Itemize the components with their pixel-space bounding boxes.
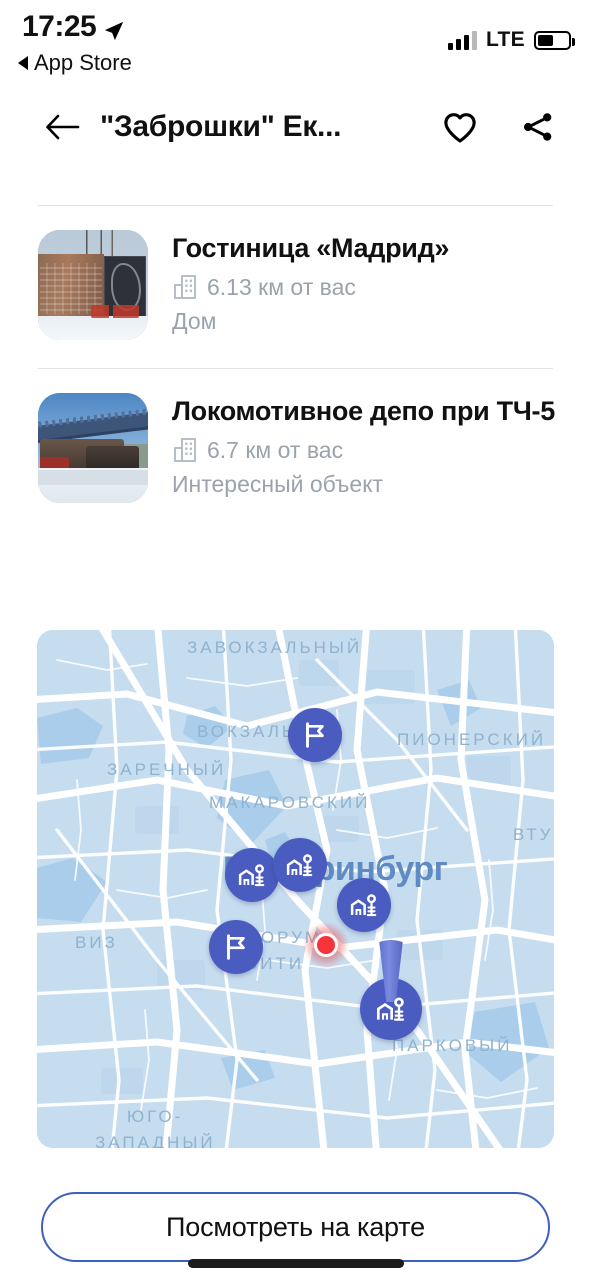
status-bar: 17:25 App Store LTE <box>0 0 591 88</box>
return-app-label: App Store <box>34 50 132 75</box>
map-pin-abandoned-selected[interactable] <box>360 940 422 1040</box>
map-pin-flag-1[interactable] <box>288 708 342 762</box>
list-item[interactable]: Локомотивное депо при ТЧ-5 6.7 км от вас… <box>0 369 591 531</box>
abandoned-building-icon <box>350 894 377 917</box>
map-pin-abandoned-2[interactable] <box>273 838 327 892</box>
cellular-signal-icon <box>447 30 477 50</box>
map-pin-flag-2[interactable] <box>209 920 263 974</box>
map-pin-abandoned-1[interactable] <box>225 848 279 902</box>
abandoned-building-icon <box>238 864 265 887</box>
view-on-map-label: Посмотреть на карте <box>166 1211 425 1242</box>
list-item-distance-group: 6.7 км от вас <box>172 436 553 464</box>
abandoned-building-icon <box>377 997 405 1021</box>
map-pin-abandoned-3[interactable] <box>337 878 391 932</box>
list-item-category: Интересный объект <box>172 471 384 497</box>
locomotive-depot-photo <box>38 393 148 503</box>
back-button[interactable] <box>38 103 86 151</box>
location-arrow-icon <box>103 16 125 41</box>
triangle-left-icon <box>18 56 28 70</box>
building-icon <box>174 275 196 299</box>
object-list: Гостиница «Мадрид» 6.13 км от вас Дом Ло… <box>0 205 591 531</box>
network-type-label: LTE <box>485 28 525 51</box>
abandoned-building-icon <box>286 854 313 877</box>
list-item-distance: 6.7 км от вас <box>207 436 344 463</box>
list-item-distance: 6.13 км от вас <box>207 273 356 300</box>
list-item-category: Дом <box>172 308 217 334</box>
list-item-title: Гостиница «Мадрид» <box>172 233 450 263</box>
list-item-title: Локомотивное депо при ТЧ-5 <box>172 396 555 426</box>
share-button[interactable] <box>515 104 561 150</box>
page-title: "Заброшки" Ек... <box>100 110 342 143</box>
list-item-content: Гостиница «Мадрид» 6.13 км от вас Дом <box>172 230 449 340</box>
arrow-left-icon <box>46 114 80 140</box>
view-on-map-button[interactable]: Посмотреть на карте <box>41 1192 550 1262</box>
home-indicator <box>187 1259 404 1268</box>
map-preview[interactable]: ЗАВОКЗАЛЬНЫЙ ВОКЗАЛЬНЫЙ ПИОНЕРСКИЙ ЗАРЕЧ… <box>37 630 554 1148</box>
list-item-content: Локомотивное депо при ТЧ-5 6.7 км от вас… <box>172 393 555 503</box>
return-to-app-store-button[interactable]: App Store <box>18 50 132 76</box>
heart-icon <box>444 112 476 143</box>
hotel-madrid-photo <box>38 230 148 340</box>
status-bar-time-group: 17:25 <box>22 10 125 44</box>
battery-icon <box>534 30 575 50</box>
flag-icon <box>227 934 245 960</box>
flag-icon <box>306 722 324 748</box>
app-header: "Заброшки" Ек... <box>0 92 591 162</box>
battery-fill <box>538 34 553 46</box>
status-bar-right-group: LTE <box>447 28 575 52</box>
list-item-distance-group: 6.13 км от вас <box>172 273 449 301</box>
building-icon <box>174 438 196 462</box>
header-actions <box>437 104 561 150</box>
list-item[interactable]: Гостиница «Мадрид» 6.13 км от вас Дом <box>0 206 591 368</box>
status-bar-time: 17:25 <box>22 10 97 43</box>
favorite-button[interactable] <box>437 104 483 150</box>
share-icon <box>523 113 552 141</box>
